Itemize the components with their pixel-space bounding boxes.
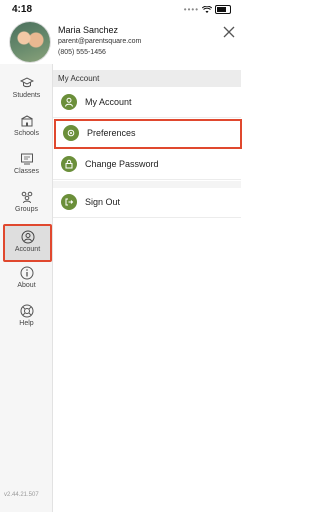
sidebar-item-label: About xyxy=(17,282,36,289)
battery-icon xyxy=(215,5,231,14)
sign-out-icon xyxy=(61,194,77,210)
user-email: parent@parentsquare.com xyxy=(58,38,142,45)
sidebar-item-label: Schools xyxy=(14,130,39,137)
user-name: Maria Sanchez xyxy=(58,25,119,35)
user-circle-icon xyxy=(21,230,34,244)
sidebar-item-label: Account xyxy=(14,246,41,253)
menu-item-label: My Account xyxy=(85,97,132,107)
sidebar: Students Schools Classes Groups Account … xyxy=(0,64,53,512)
sidebar-item-about[interactable]: About xyxy=(3,262,50,298)
account-panel: My Account My Account Preferences Change… xyxy=(53,64,242,512)
sidebar-item-classes[interactable]: Classes xyxy=(3,148,50,184)
app-version: v2.44.21.507 xyxy=(4,492,39,498)
menu-item-change-password[interactable]: Change Password xyxy=(53,150,241,180)
section-header: My Account xyxy=(53,70,241,87)
groups-icon xyxy=(21,191,32,204)
sidebar-item-groups[interactable]: Groups xyxy=(3,186,50,222)
user-phone: (805) 555-1456 xyxy=(58,49,106,56)
menu-item-label: Sign Out xyxy=(85,197,121,207)
close-button[interactable] xyxy=(223,26,235,38)
sidebar-item-label: Help xyxy=(19,320,34,327)
info-icon xyxy=(20,266,33,280)
sidebar-item-schools[interactable]: Schools xyxy=(3,110,50,146)
gear-icon xyxy=(63,125,79,141)
graduation-cap-icon xyxy=(19,77,34,88)
profile-header: Maria Sanchez parent@parentsquare.com (8… xyxy=(0,18,241,64)
menu-item-my-account[interactable]: My Account xyxy=(53,88,241,118)
user-icon xyxy=(61,94,77,110)
wifi-icon xyxy=(202,5,212,13)
user-info: Maria Sanchez parent@parentsquare.com (8… xyxy=(58,25,141,58)
status-time: 4:18 xyxy=(12,4,33,15)
help-lifebuoy-icon xyxy=(20,304,33,318)
menu-item-preferences[interactable]: Preferences xyxy=(54,119,242,149)
menu-item-label: Preferences xyxy=(87,128,136,138)
sidebar-item-label: Students xyxy=(12,92,41,99)
close-icon xyxy=(223,26,235,38)
signal-icon: •••• xyxy=(183,5,199,14)
sidebar-item-help[interactable]: Help xyxy=(3,300,50,336)
classes-icon xyxy=(20,153,33,165)
sidebar-item-label: Classes xyxy=(14,168,39,175)
avatar xyxy=(10,22,50,62)
status-bar: 4:18 •••• xyxy=(0,0,241,20)
menu-item-sign-out[interactable]: Sign Out xyxy=(53,188,241,218)
section-title: My Account xyxy=(58,74,100,83)
sidebar-item-label: Groups xyxy=(15,206,38,213)
menu-item-label: Change Password xyxy=(85,159,159,169)
sidebar-item-account[interactable]: Account xyxy=(3,224,52,262)
status-icons: •••• xyxy=(184,5,231,14)
lock-icon xyxy=(61,156,77,172)
school-icon xyxy=(20,115,33,127)
sidebar-item-students[interactable]: Students xyxy=(3,72,50,108)
